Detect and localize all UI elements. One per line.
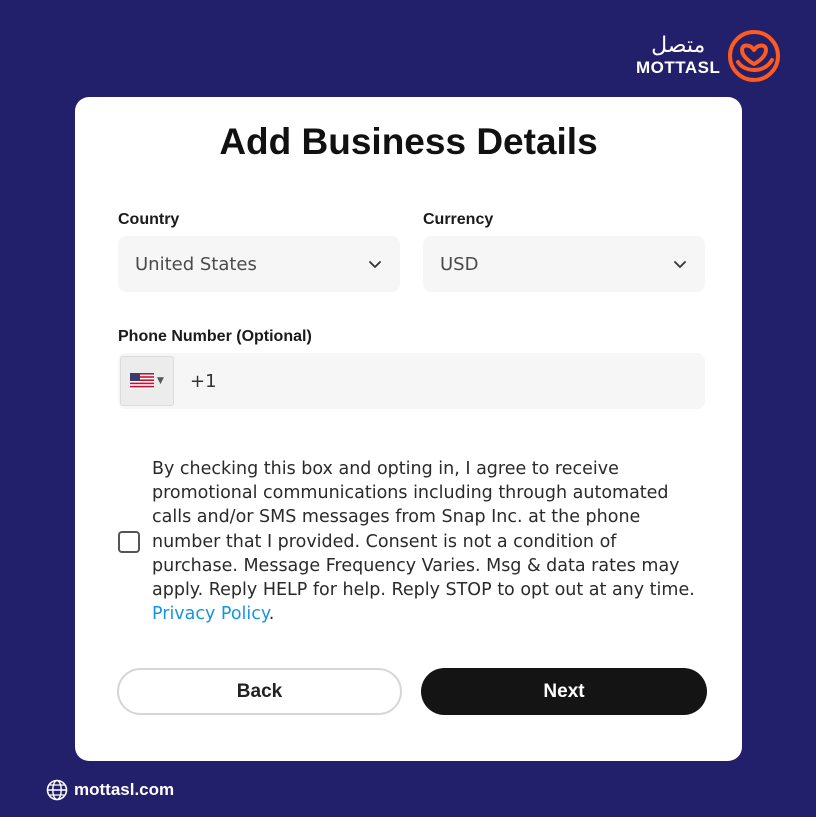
brand-logo: متصل MOTTASL bbox=[636, 28, 782, 84]
brand-wordmark: متصل MOTTASL bbox=[636, 34, 720, 78]
website-url[interactable]: mottasl.com bbox=[74, 780, 174, 800]
consent-checkbox[interactable] bbox=[118, 530, 140, 553]
privacy-policy-link[interactable]: Privacy Policy bbox=[152, 604, 269, 624]
country-value: United States bbox=[135, 253, 257, 275]
chevron-down-icon bbox=[674, 261, 686, 268]
currency-select[interactable]: USD bbox=[423, 236, 705, 292]
next-button[interactable]: Next bbox=[421, 668, 707, 715]
country-code-dropdown[interactable]: ▼ bbox=[120, 356, 174, 406]
caret-down-icon: ▼ bbox=[157, 376, 164, 386]
brand-heart-icon bbox=[728, 30, 781, 82]
globe-icon bbox=[46, 779, 68, 801]
country-select[interactable]: United States bbox=[118, 236, 400, 292]
brand-arabic-name: متصل bbox=[651, 33, 706, 58]
business-details-card: Add Business Details Country United Stat… bbox=[75, 97, 742, 761]
us-flag-icon bbox=[130, 373, 155, 389]
consent-body: By checking this box and opting in, I ag… bbox=[152, 459, 695, 601]
phone-input[interactable] bbox=[190, 370, 670, 392]
consent-text: By checking this box and opting in, I ag… bbox=[152, 457, 706, 626]
currency-label: Currency bbox=[423, 211, 494, 228]
country-label: Country bbox=[118, 211, 180, 228]
back-button[interactable]: Back bbox=[117, 668, 402, 715]
chevron-down-icon bbox=[369, 261, 381, 268]
page-title: Add Business Details bbox=[219, 121, 598, 162]
website-footer: mottasl.com bbox=[46, 779, 174, 801]
phone-label: Phone Number (Optional) bbox=[118, 328, 312, 345]
consent-row: By checking this box and opting in, I ag… bbox=[118, 457, 708, 626]
currency-value: USD bbox=[440, 253, 479, 275]
phone-field: ▼ bbox=[118, 353, 705, 409]
brand-latin-name: MOTTASL bbox=[636, 58, 721, 77]
consent-trailing: . bbox=[268, 604, 275, 625]
